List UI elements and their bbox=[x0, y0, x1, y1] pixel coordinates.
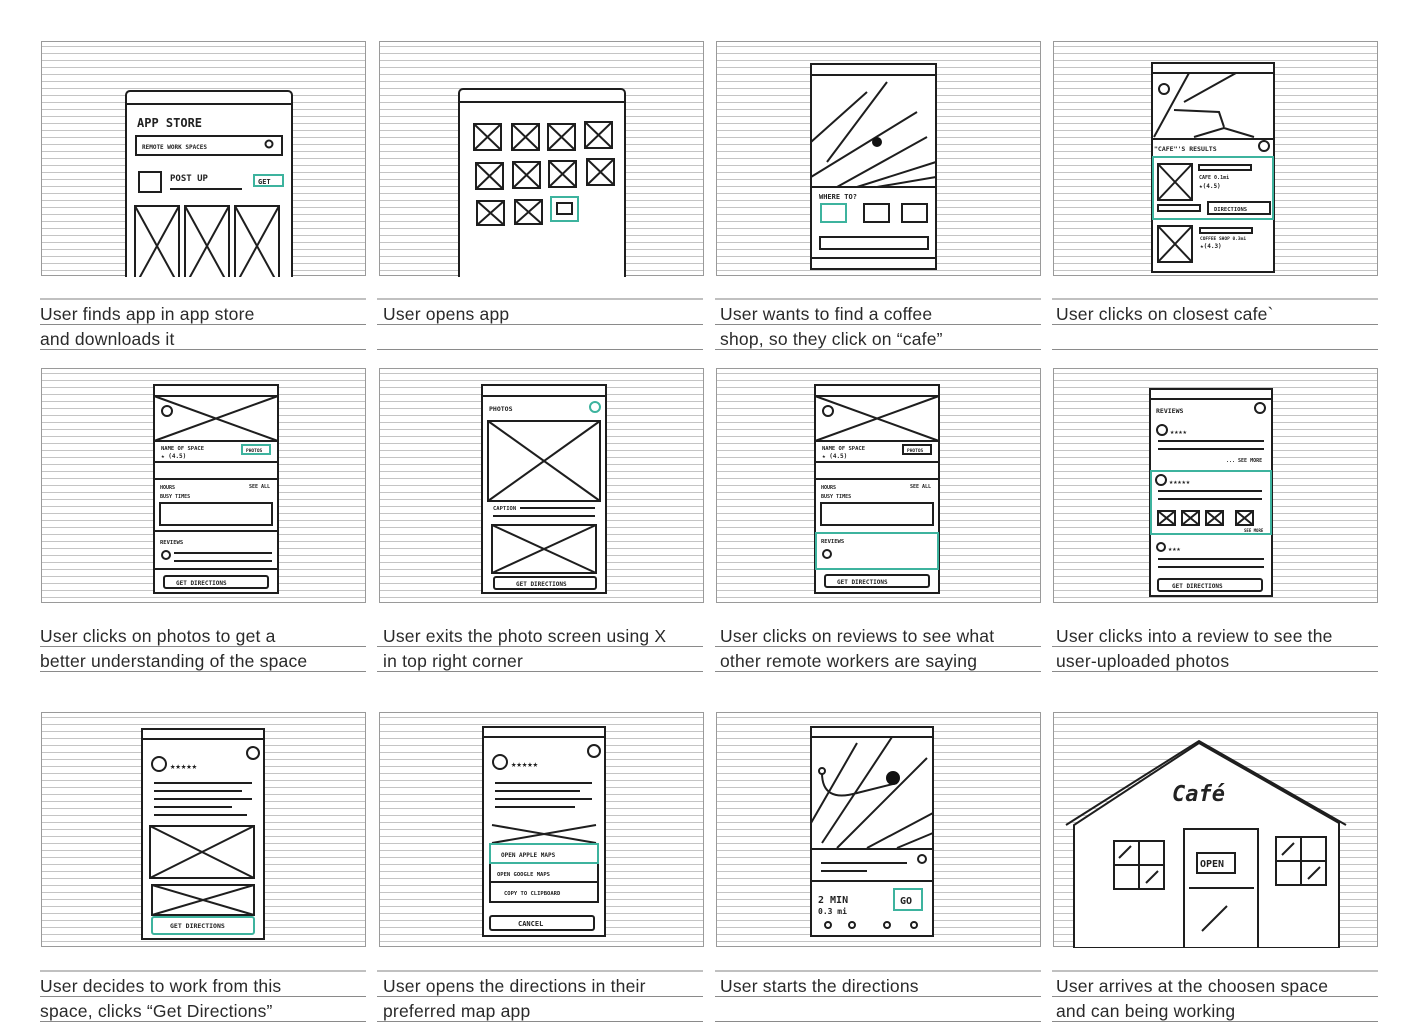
caption-line: User clicks on photos to get a bbox=[40, 622, 366, 647]
sketch-reviews: REVIEWS bbox=[160, 540, 183, 546]
sketch-cafe-sign: Café bbox=[1172, 782, 1225, 807]
caption-7: User clicks on reviews to see what other … bbox=[715, 620, 1041, 672]
caption-line: shop, so they click on “cafe” bbox=[715, 325, 1041, 350]
storyboard-panel-9: ★★★★★ GET DIRECTIONS bbox=[41, 712, 366, 947]
caption-line bbox=[715, 997, 1041, 1022]
storyboard-panel-5: NAME OF SPACE ★ (4.5) PHOTOS HOURS SEE AL… bbox=[41, 368, 366, 603]
sketch-get-directions: GET DIRECTIONS bbox=[516, 581, 567, 588]
sketch-open-google-maps: OPEN GOOGLE MAPS bbox=[497, 872, 550, 878]
sketch-directions-button: DIRECTIONS bbox=[1214, 207, 1247, 213]
caption-6: User exits the photo screen using Xin to… bbox=[377, 620, 703, 672]
svg-text:★★★★: ★★★★ bbox=[1170, 428, 1188, 436]
caption-4: User clicks on closest cafe` bbox=[1052, 298, 1378, 350]
sketch-result-1-rating: ★(4.5) bbox=[1199, 183, 1221, 190]
sketch-search: REMOTE WORK SPACES bbox=[142, 144, 207, 151]
caption-line: better understanding of the space bbox=[40, 647, 366, 672]
sketch-app: POST UP bbox=[170, 174, 209, 184]
caption-line: in top right corner bbox=[377, 647, 703, 672]
caption-line bbox=[377, 325, 703, 350]
caption-line: User clicks on closest cafe` bbox=[1052, 300, 1378, 325]
storyboard-panel-6: PHOTOS CAPTION GET DIRECTIONS bbox=[379, 368, 704, 603]
caption-3: User wants to find a coffee shop, so they… bbox=[715, 298, 1041, 350]
sketch-get-directions: GET DIRECTIONS bbox=[176, 580, 227, 587]
svg-text:★★★★★: ★★★★★ bbox=[1169, 478, 1191, 486]
caption-line: User finds app in app store bbox=[40, 300, 366, 325]
sketch-result-2-rating: ★(4.3) bbox=[1200, 243, 1222, 250]
storyboard-panel-7: NAME OF SPACE ★ (4.5) PHOTOS HOURS SEE AL… bbox=[716, 368, 1041, 603]
storyboard-panel-10: ★★★★★ OPEN APPLE MAPS OPEN GOOGLE MAPS C… bbox=[379, 712, 704, 947]
caption-line: space, clicks “Get Directions” bbox=[40, 997, 366, 1022]
sketch-reviews-title: REVIEWS bbox=[1156, 407, 1183, 415]
sketch-stars: ★★★★★ bbox=[170, 762, 198, 772]
sketch-result-1: CAFE 0.1mi bbox=[1199, 175, 1229, 181]
caption-line: User clicks on reviews to see what bbox=[715, 622, 1041, 647]
caption-line: User wants to find a coffee bbox=[715, 300, 1041, 325]
caption-line: user-uploaded photos bbox=[1052, 647, 1378, 672]
svg-text:★★★: ★★★ bbox=[1168, 545, 1181, 553]
storyboard-panel-11: 2 MIN 0.3 mi GO bbox=[716, 712, 1041, 947]
storyboard-panel-3: WHERE TO? bbox=[716, 41, 1041, 276]
sketch-get-directions: GET DIRECTIONS bbox=[837, 579, 888, 586]
sketch-busy: BUSY TIMES bbox=[160, 494, 190, 500]
caption-10: User opens the directions in their prefer… bbox=[377, 970, 703, 1022]
sketch-stars: ★★★★★ bbox=[511, 760, 539, 770]
sketch-open-apple-maps: OPEN APPLE MAPS bbox=[501, 852, 556, 859]
caption-line bbox=[1052, 325, 1378, 350]
caption-line: preferred map app bbox=[377, 997, 703, 1022]
sketch-space-name: NAME OF SPACE bbox=[161, 446, 204, 452]
storyboard-panel-2 bbox=[379, 41, 704, 277]
sketch-see-all: SEE ALL bbox=[249, 484, 270, 490]
sketch-get-directions: GET DIRECTIONS bbox=[1172, 583, 1223, 590]
sketch-rating: ★ (4.5) bbox=[822, 453, 847, 460]
sketch-result-2: COFFEE SHOP 0.3mi bbox=[1200, 236, 1246, 242]
sketch-title: APP STORE bbox=[137, 116, 202, 130]
sketch-space-name: NAME OF SPACE bbox=[822, 446, 865, 452]
caption-line: User starts the directions bbox=[715, 972, 1041, 997]
caption-line: and can being working bbox=[1052, 997, 1378, 1022]
sketch-busy: BUSY TIMES bbox=[821, 494, 851, 500]
caption-line: User arrives at the choosen space bbox=[1052, 972, 1378, 997]
sketch-photos-button: PHOTOS bbox=[907, 448, 924, 454]
caption-line: other remote workers are saying bbox=[715, 647, 1041, 672]
sketch-reviews: REVIEWS bbox=[821, 539, 844, 545]
sketch-see-more-2: SEE MORE bbox=[1244, 528, 1264, 533]
sketch-open-sign: OPEN bbox=[1200, 859, 1224, 870]
caption-line: User clicks into a review to see the bbox=[1052, 622, 1378, 647]
sketch-photos-title: PHOTOS bbox=[489, 405, 513, 413]
storyboard-panel-4: "CAFE"'S RESULTS CAFE 0.1mi ★(4.5) DIREC… bbox=[1053, 41, 1378, 276]
caption-line: User exits the photo screen using X bbox=[377, 622, 703, 647]
sketch-where-to: WHERE TO? bbox=[819, 193, 857, 201]
sketch-go: GO bbox=[900, 896, 912, 907]
caption-1: User finds app in app store and downloads… bbox=[40, 298, 366, 350]
caption-2: User opens app bbox=[377, 298, 703, 350]
caption-line: User opens the directions in their bbox=[377, 972, 703, 997]
sketch-caption: CAPTION bbox=[493, 506, 516, 512]
caption-12: User arrives at the choosen space and can… bbox=[1052, 970, 1378, 1022]
sketch-rating: ★ (4.5) bbox=[161, 453, 186, 460]
caption-line: User decides to work from this bbox=[40, 972, 366, 997]
sketch-get: GET bbox=[258, 178, 271, 186]
caption-line: User opens app bbox=[377, 300, 703, 325]
storyboard-panel-12: Café OPEN bbox=[1053, 712, 1378, 948]
sketch-distance: 0.3 mi bbox=[818, 906, 847, 916]
sketch-hours: HOURS bbox=[160, 485, 175, 491]
sketch-photos-button: PHOTOS bbox=[246, 448, 263, 454]
sketch-time: 2 MIN bbox=[818, 895, 848, 906]
sketch-hours: HOURS bbox=[821, 485, 836, 491]
sketch-see-all: SEE ALL bbox=[910, 484, 931, 490]
storyboard-panel-1: APP STORE REMOTE WORK SPACES POST UP GET bbox=[41, 41, 366, 277]
caption-11: User starts the directions bbox=[715, 970, 1041, 1022]
sketch-see-more: ... SEE MORE bbox=[1226, 458, 1262, 464]
sketch-cancel: CANCEL bbox=[518, 920, 543, 928]
sketch-results-title: "CAFE"'S RESULTS bbox=[1154, 145, 1217, 153]
storyboard-panel-8: REVIEWS ★★★★ ... SEE MORE ★★★★★ SEE MORE… bbox=[1053, 368, 1378, 603]
sketch-get-directions: GET DIRECTIONS bbox=[170, 922, 225, 930]
sketch-copy-clipboard: COPY TO CLIPBOARD bbox=[504, 891, 561, 897]
caption-5: User clicks on photos to get a better und… bbox=[40, 620, 366, 672]
caption-line: and downloads it bbox=[40, 325, 366, 350]
caption-8: User clicks into a review to see the user… bbox=[1052, 620, 1378, 672]
caption-9: User decides to work from this space, cli… bbox=[40, 970, 366, 1022]
